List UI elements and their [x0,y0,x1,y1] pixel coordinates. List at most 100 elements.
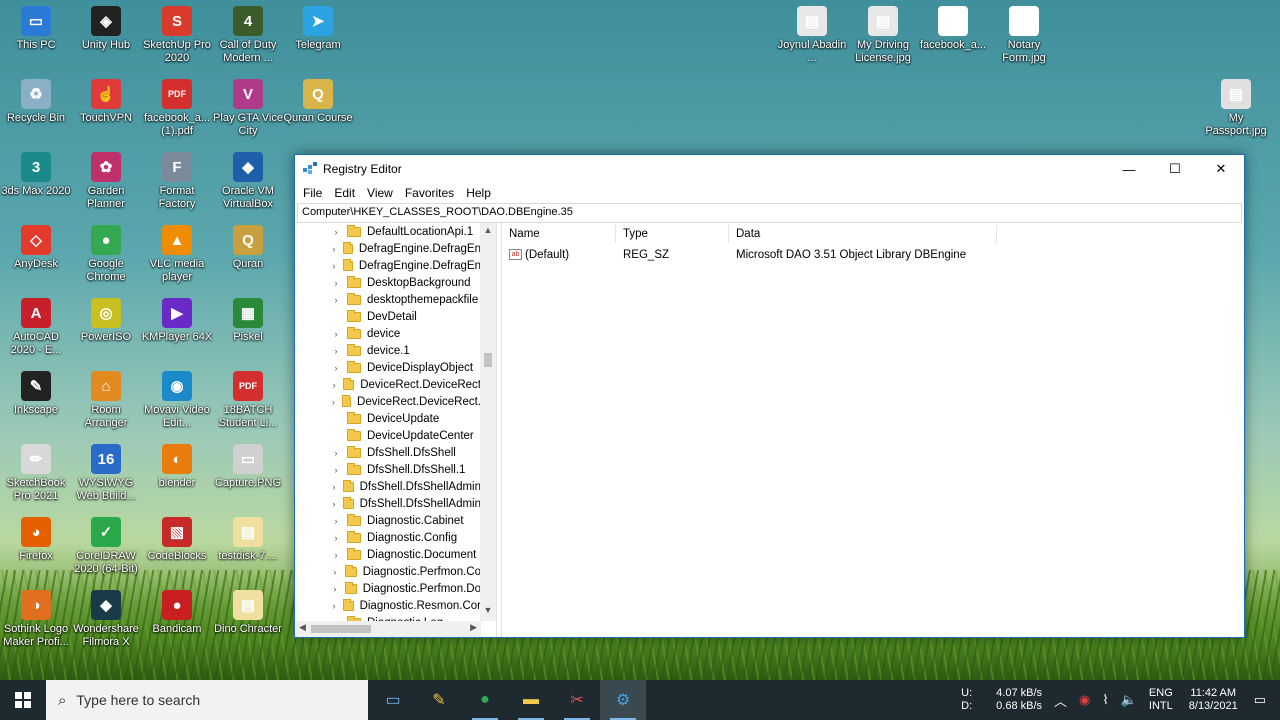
clock[interactable]: 11:42 AM 8/13/2021 [1179,687,1248,713]
tree-item[interactable]: › DfsShell.DfsShellAdmin [295,478,481,495]
expand-chevron-icon[interactable]: › [329,227,343,237]
desktop-icon[interactable]: ◆ Oracle VM VirtualBox [212,152,284,211]
paint-app-icon[interactable]: ✎ [416,680,462,720]
close-button[interactable]: ✕ [1198,155,1244,183]
desktop-icon[interactable]: ● Google Chrome [70,225,142,284]
maximize-button[interactable]: ☐ [1152,155,1198,183]
desktop-icon[interactable]: ◎ PowerISO [70,298,142,344]
tree-item[interactable]: › Diagnostic.Perfmon.Co [295,563,481,580]
tree-item[interactable]: › device.1 [295,342,481,359]
expand-chevron-icon[interactable]: › [329,278,343,288]
desktop-icon[interactable]: ☝ TouchVPN [70,79,142,125]
expand-chevron-icon[interactable]: › [329,533,343,543]
tree-item[interactable]: DevDetail [295,308,481,325]
chevron-up-icon[interactable]: ︿ [1048,691,1073,710]
menu-edit[interactable]: Edit [328,186,361,200]
expand-chevron-icon[interactable]: › [329,601,339,611]
expand-chevron-icon[interactable]: › [329,261,339,271]
desktop-icon[interactable]: PDF facebook_a... (1).pdf [141,79,213,138]
desktop-icon[interactable]: ◆ Wondershare Filmora X [70,590,142,649]
address-bar[interactable]: Computer\HKEY_CLASSES_ROOT\DAO.DBEngine.… [297,203,1242,223]
tree-item[interactable]: › DesktopBackground [295,274,481,291]
desktop-icon[interactable]: ➤ Telegram [282,6,354,52]
tree-item[interactable]: › Diagnostic.Resmon.Cor [295,597,481,614]
notification-icon[interactable]: ▭ [1248,692,1280,708]
tree-item[interactable]: › desktopthemepackfile [295,291,481,308]
tree-item[interactable]: › Diagnostic.Config [295,529,481,546]
desktop-icon[interactable]: 16 WYSIWYG Web Build... [70,444,142,503]
tree-item[interactable]: DeviceUpdate [295,410,481,427]
minimize-button[interactable]: — [1106,155,1152,183]
desktop-icon[interactable]: ◑ Sothink Logo Maker Profi... [0,590,72,649]
desktop-icon[interactable]: A AutoCAD 2020 - E... [0,298,72,357]
expand-chevron-icon[interactable]: › [329,499,339,509]
menu-favorites[interactable]: Favorites [399,186,460,200]
desktop-icon[interactable]: ♻ Recycle Bin [0,79,72,125]
desktop-icon[interactable]: ◈ Unity Hub [70,6,142,52]
desktop-icon[interactable]: Q Quran [212,225,284,271]
expand-chevron-icon[interactable]: › [329,363,343,373]
scroll-right-icon[interactable]: ▶ [470,622,477,633]
desktop-icon[interactable]: ◕ Firefox [0,517,72,563]
registry-editor-app-icon[interactable]: ⚙ [600,680,646,720]
tree-horizontal-scrollbar[interactable]: ◀ ▶ [295,621,481,637]
desktop-icon[interactable]: 4 Call of Duty Modern ... [212,6,284,65]
tree-item[interactable]: › DefaultLocationApi.1 [295,223,481,240]
desktop-icon[interactable]: ▶ KMPlayer 64X [141,298,213,344]
desktop-icon[interactable]: S SketchUp Pro 2020 [141,6,213,65]
column-data-header[interactable]: Data [729,224,997,243]
start-button[interactable] [0,680,46,720]
expand-chevron-icon[interactable]: › [329,346,343,356]
desktop-icon[interactable]: ▲ VLC media player [141,225,213,284]
expand-chevron-icon[interactable]: › [329,448,343,458]
taskbar-search-box[interactable]: ⌕ Type here to search [46,680,368,720]
expand-chevron-icon[interactable]: › [329,567,341,577]
expand-chevron-icon[interactable]: › [329,465,343,475]
column-name-header[interactable]: Name [502,224,616,243]
desktop-icon[interactable]: Q Quran Course [282,79,354,125]
tree-item[interactable]: › DeviceDisplayObject [295,359,481,376]
desktop-icon[interactable]: ▤ My Driving License.jpg [847,6,919,65]
scroll-thumb[interactable] [484,353,492,367]
scroll-thumb-horizontal[interactable] [311,625,371,633]
expand-chevron-icon[interactable]: › [329,244,339,254]
tree-item[interactable]: ›Diagnostic.Log [295,614,481,621]
tree-item[interactable]: › DfsShell.DfsShellAdmin [295,495,481,512]
desktop-icon[interactable]: ▤ Notary Form.jpg [988,6,1060,65]
desktop-icon[interactable]: 3 3ds Max 2020 [0,152,72,198]
title-bar[interactable]: Registry Editor — ☐ ✕ [295,155,1244,183]
desktop-icon[interactable]: ▧ CodeBlocks [141,517,213,563]
file-explorer-app-icon[interactable]: ▬ [508,680,554,720]
desktop-icon[interactable]: ▭ This PC [0,6,72,52]
tree-item[interactable]: › DeviceRect.DeviceRect. [295,393,481,410]
desktop-icon[interactable]: ▤ Dino Chracter [212,590,284,636]
desktop-icon[interactable]: ◉ Movavi Video Edit... [141,371,213,430]
expand-chevron-icon[interactable]: › [329,584,341,594]
desktop-icon[interactable]: ✓ CorelDRAW 2020 (64-Bit) [70,517,142,576]
desktop-icon[interactable]: ▢ facebook_a... [917,6,989,52]
chrome-app-icon[interactable]: ● [462,680,508,720]
explorer-app-icon[interactable]: ▭ [370,680,416,720]
expand-chevron-icon[interactable]: › [329,295,343,305]
expand-chevron-icon[interactable]: › [329,397,338,407]
record-icon[interactable]: ◉ [1073,692,1096,708]
snipping-app-icon[interactable]: ✂ [554,680,600,720]
tree-item[interactable]: › DfsShell.DfsShell [295,444,481,461]
tree-item[interactable]: › DeviceRect.DeviceRect [295,376,481,393]
tree-item[interactable]: › Diagnostic.Cabinet [295,512,481,529]
tree-item[interactable]: › DfsShell.DfsShell.1 [295,461,481,478]
desktop-icon[interactable]: ✿ Garden Planner [70,152,142,211]
column-type-header[interactable]: Type [616,224,729,243]
wifi-icon[interactable]: ⌇ [1096,692,1114,708]
desktop-icon[interactable]: ✎ Inkscape [0,371,72,417]
speaker-icon[interactable]: 🔈 [1115,692,1143,708]
expand-chevron-icon[interactable]: › [329,550,343,560]
tree-item[interactable]: › Diagnostic.Perfmon.Do [295,580,481,597]
menu-view[interactable]: View [361,186,399,200]
expand-chevron-icon[interactable]: › [329,380,339,390]
scroll-left-icon[interactable]: ◀ [299,622,306,633]
expand-chevron-icon[interactable]: › [329,329,343,339]
expand-chevron-icon[interactable]: › [329,482,339,492]
tree-item[interactable]: DeviceUpdateCenter [295,427,481,444]
tree-item[interactable]: › DefragEngine.DefragEn [295,240,481,257]
